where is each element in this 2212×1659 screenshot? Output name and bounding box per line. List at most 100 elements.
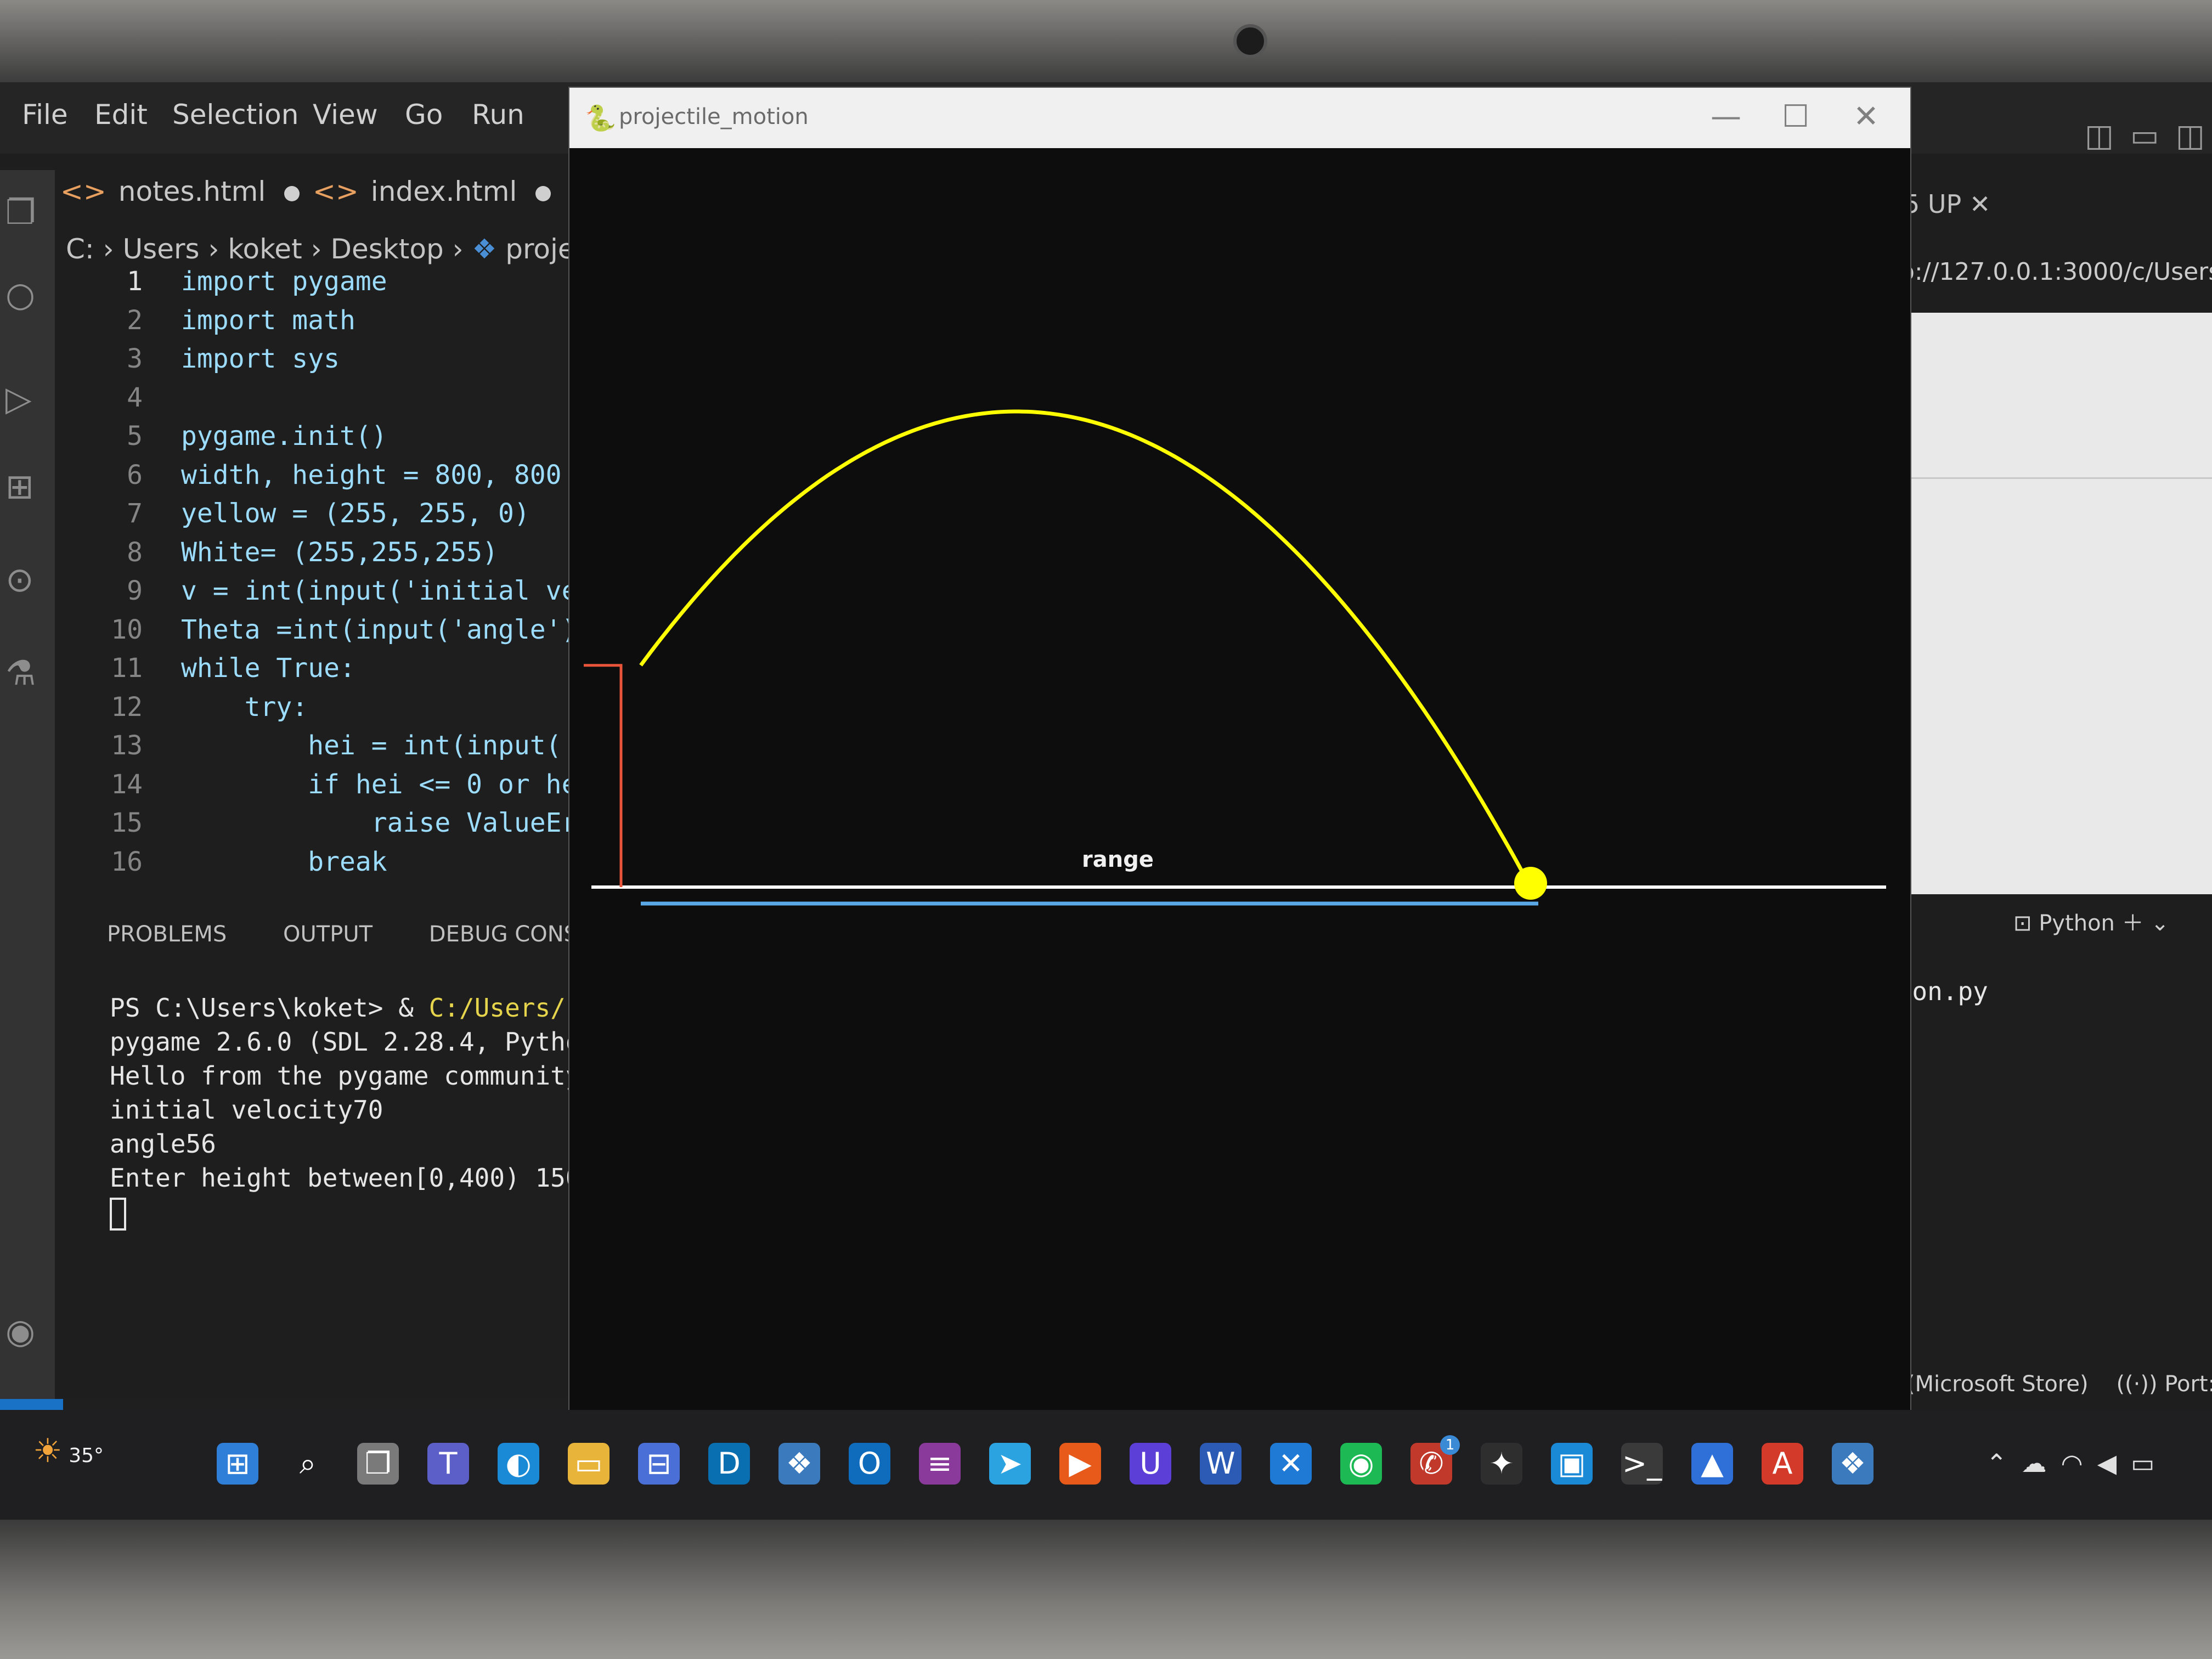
port-status[interactable]: Port: 3000 xyxy=(2164,1372,2212,1397)
close-icon[interactable]: ✕ xyxy=(1853,99,1879,134)
search-icon[interactable]: ⌕ xyxy=(287,1443,329,1485)
layout-toggle-icons[interactable]: ◫▭◫ xyxy=(2085,118,2212,154)
chevron-up-icon[interactable]: ⌃ xyxy=(1986,1448,2022,1478)
remote-explorer-icon[interactable]: ⊙ xyxy=(5,560,34,600)
preview-url[interactable]: p://127.0.0.1:3000/c/Users/ xyxy=(1899,258,2212,286)
testing-icon[interactable]: ⚗ xyxy=(5,653,36,693)
line-number: 4 xyxy=(127,382,143,413)
teams-icon[interactable]: T xyxy=(427,1443,469,1485)
code-line[interactable]: 12 try: xyxy=(71,692,308,730)
prime-video-icon[interactable]: ▣ xyxy=(1551,1443,1593,1485)
code-line[interactable]: 3 import sys xyxy=(71,343,340,382)
code-line[interactable]: 14 if hei <= 0 or he xyxy=(71,769,577,808)
terminal-icon: ⊡ xyxy=(2013,911,2032,936)
code-text: yellow = (255, 255, 0) xyxy=(181,498,530,529)
weather-widget[interactable]: ☀ 35° xyxy=(33,1432,104,1470)
onedrive-cloud-icon[interactable]: ☁ xyxy=(2022,1448,2061,1478)
photos-icon[interactable]: ▲ xyxy=(1691,1443,1733,1485)
html-file-icon: <> xyxy=(60,176,106,207)
tab-output[interactable]: OUTPUT xyxy=(283,922,373,947)
code-line[interactable]: 2 import math xyxy=(71,305,356,343)
menu-go[interactable]: Go xyxy=(405,99,443,131)
height-marker xyxy=(584,664,623,887)
breadcrumb-desktop[interactable]: Desktop xyxy=(330,233,443,265)
account-icon[interactable]: ◉ xyxy=(5,1311,35,1351)
store-icon[interactable]: ⊟ xyxy=(638,1443,680,1485)
word-icon[interactable]: W xyxy=(1200,1443,1242,1485)
breadcrumb-users[interactable]: Users xyxy=(123,233,200,265)
tab-label: 5 UP xyxy=(1904,189,1962,219)
menu-edit[interactable]: Edit xyxy=(94,99,148,131)
menu-selection[interactable]: Selection xyxy=(172,99,298,131)
python-icon[interactable]: ❖ xyxy=(778,1443,820,1485)
pygame-icon[interactable]: ❖ xyxy=(1832,1443,1874,1485)
copilot-icon[interactable]: ✦ xyxy=(1481,1443,1522,1485)
code-line[interactable]: 9 v = int(input('initial ve xyxy=(71,575,577,614)
terminal-label: Python xyxy=(2039,911,2115,936)
code-line[interactable]: 4 xyxy=(71,382,181,421)
code-text: Theta =int(input('angle') xyxy=(181,614,578,645)
breadcrumb: C: › Users › koket › Desktop › ❖ projec xyxy=(66,233,590,265)
terminal-line: Enter height between[0,400) 150 xyxy=(110,1163,581,1193)
telegram-icon[interactable]: ➤ xyxy=(989,1443,1031,1485)
tab-label: index.html xyxy=(370,176,517,207)
spotify-icon[interactable]: ◉ xyxy=(1340,1443,1382,1485)
stack-icon[interactable]: ≡ xyxy=(919,1443,961,1485)
code-line[interactable]: 8 White= (255,255,255) xyxy=(71,537,498,575)
code-line[interactable]: 13 hei = int(input(' xyxy=(71,730,577,769)
terminal-icon[interactable]: >_ xyxy=(1621,1443,1663,1485)
search-icon[interactable]: ○ xyxy=(5,274,35,314)
code-line[interactable]: 6 width, height = 800, 800 xyxy=(71,460,561,498)
run-debug-icon[interactable]: ▷ xyxy=(5,379,32,419)
battery-icon[interactable]: ▭ xyxy=(2131,1448,2169,1478)
code-line[interactable]: 10 Theta =int(input('angle') xyxy=(71,614,577,653)
maximize-icon[interactable]: ☐ xyxy=(1782,99,1809,134)
tab-problems[interactable]: PROBLEMS xyxy=(107,922,227,947)
browser-preview-tab[interactable]: 5 UP ✕ xyxy=(1904,189,1990,219)
line-number: 14 xyxy=(111,769,143,800)
pygame-canvas xyxy=(584,409,1886,906)
code-line[interactable]: 16 break xyxy=(71,847,387,885)
code-text: try: xyxy=(181,691,308,723)
code-line[interactable]: 11 while True: xyxy=(71,653,356,691)
wifi-icon[interactable]: ◠ xyxy=(2061,1448,2097,1478)
tab-notes-html[interactable]: <> notes.html xyxy=(60,176,300,207)
broadcast-icon: ((·)) xyxy=(2116,1372,2158,1397)
code-line[interactable]: 5 pygame.init() xyxy=(71,421,387,459)
terminal[interactable]: PS C:\Users\koket> & C:/Users/kok pygame… xyxy=(110,993,611,1231)
outlook-icon[interactable]: O xyxy=(849,1443,890,1485)
udemy-icon[interactable]: U xyxy=(1130,1443,1171,1485)
dell-icon[interactable]: D xyxy=(708,1443,750,1485)
pygame-titlebar[interactable]: 🐍 projectile_motion — ☐ ✕ xyxy=(569,88,1910,148)
add-terminal-icon[interactable]: ＋ xyxy=(2122,911,2144,936)
chevron-down-icon[interactable]: ⌄ xyxy=(2151,911,2169,936)
code-line[interactable]: 15 raise ValueEr xyxy=(71,808,577,846)
minimize-icon[interactable]: — xyxy=(1711,99,1741,134)
code-text: if hei <= 0 or he xyxy=(181,769,578,800)
menu-file[interactable]: File xyxy=(22,99,68,131)
vscode-icon[interactable]: ✕ xyxy=(1270,1443,1312,1485)
menu-run[interactable]: Run xyxy=(472,99,524,131)
whatsapp-icon[interactable]: ✆ 1 xyxy=(1410,1435,1460,1485)
code-text: v = int(input('initial ve xyxy=(181,575,578,606)
menu-view[interactable]: View xyxy=(313,99,378,131)
tab-index-html[interactable]: <> index.html xyxy=(313,176,551,207)
youtube-icon[interactable]: ▶ xyxy=(1059,1443,1101,1485)
volume-icon[interactable]: ◀ xyxy=(2097,1448,2131,1478)
edge-icon[interactable]: ◐ xyxy=(498,1443,539,1485)
extensions-icon[interactable]: ⊞ xyxy=(5,466,34,506)
tab-label: notes.html xyxy=(118,176,266,207)
line-number: 9 xyxy=(127,575,143,606)
code-line[interactable]: 7 yellow = (255, 255, 0) xyxy=(71,498,530,537)
acrobat-icon[interactable]: A xyxy=(1762,1443,1803,1485)
terminal-selector[interactable]: ⊡ Python ＋ ⌄ xyxy=(2013,905,2169,937)
file-explorer-icon[interactable]: ▭ xyxy=(568,1443,610,1485)
breadcrumb-drive[interactable]: C: xyxy=(66,233,94,265)
start-icon[interactable]: ⊞ xyxy=(217,1443,258,1485)
close-icon[interactable]: ✕ xyxy=(1970,189,1991,219)
task-view-icon[interactable]: ❐ xyxy=(357,1443,399,1485)
code-line[interactable]: 1 import pygame xyxy=(71,266,387,304)
explorer-icon[interactable]: ❐ xyxy=(5,192,36,232)
terminal-line: Hello from the pygame community. xyxy=(110,1061,596,1091)
breadcrumb-koket[interactable]: koket xyxy=(228,233,302,265)
